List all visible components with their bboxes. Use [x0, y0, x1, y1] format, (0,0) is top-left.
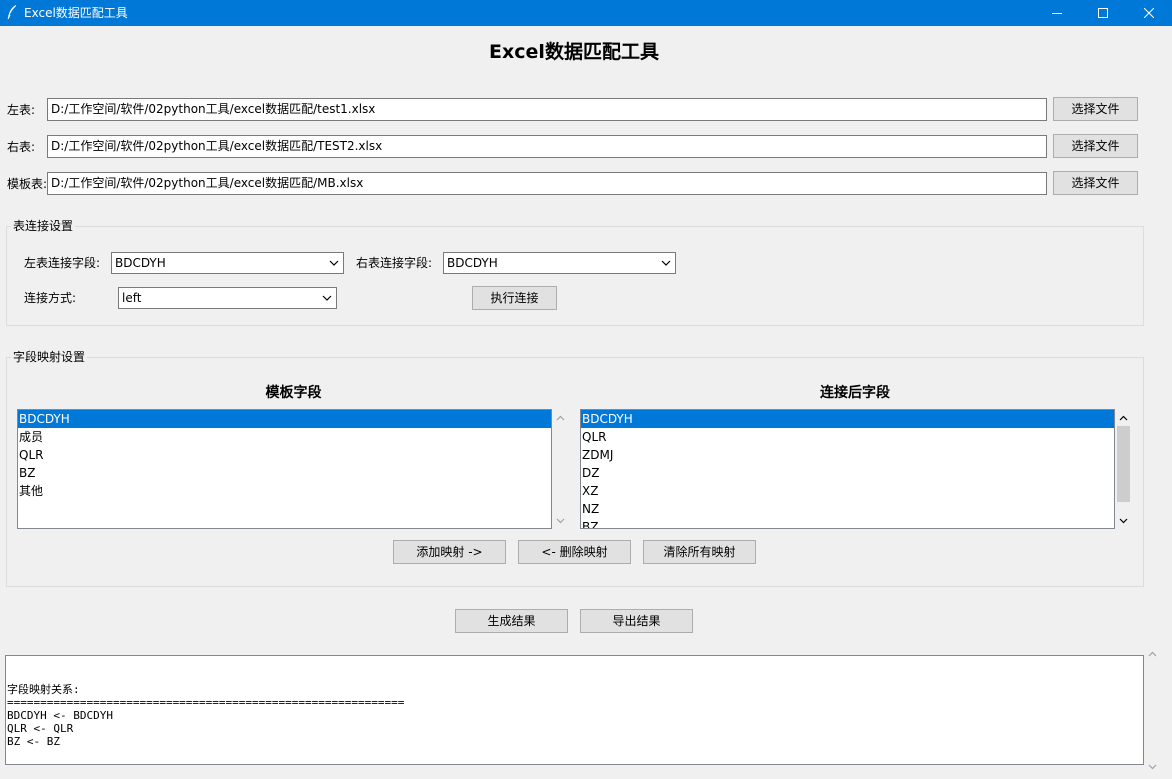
scroll-down-icon[interactable] [552, 512, 569, 529]
left-join-field-label: 左表连接字段: [24, 256, 101, 270]
list-item[interactable]: BDCDYH [581, 410, 1114, 428]
title-bar[interactable]: Excel数据匹配工具 [0, 0, 1172, 26]
template-fields-title: 模板字段 [265, 385, 322, 401]
chevron-down-icon [661, 260, 671, 266]
clear-mappings-button[interactable]: 清除所有映射 [643, 540, 756, 564]
chevron-down-icon [322, 295, 332, 301]
close-control[interactable] [1126, 0, 1172, 26]
template-file-path-input[interactable]: D:/工作空间/软件/02python工具/excel数据匹配/MB.xlsx [47, 172, 1047, 195]
right-file-path-input[interactable]: D:/工作空间/软件/02python工具/excel数据匹配/TEST2.xl… [47, 135, 1047, 158]
join-method-value: left [122, 291, 142, 305]
feather-icon [6, 4, 20, 22]
output-line: ========================================… [7, 696, 405, 709]
scrollbar-thumb[interactable] [1117, 426, 1130, 502]
scroll-up-icon[interactable] [1144, 645, 1161, 662]
template-list-scrollbar[interactable] [552, 409, 569, 529]
list-item[interactable]: QLR [581, 428, 1114, 446]
export-result-button[interactable]: 导出结果 [580, 609, 693, 633]
right-select-file-button[interactable]: 选择文件 [1053, 134, 1138, 158]
close-icon [1144, 8, 1154, 18]
right-join-field-value: BDCDYH [447, 256, 498, 270]
template-fields-list[interactable]: BDCDYH 成员 QLR BZ 其他 [17, 409, 552, 529]
list-item[interactable]: 成员 [18, 428, 551, 446]
join-settings-title: 表连接设置 [11, 219, 76, 233]
output-line: QLR <- QLR [7, 722, 74, 735]
list-item[interactable]: XZ [581, 482, 1114, 500]
scroll-down-icon[interactable] [1144, 758, 1161, 775]
output-line: BZ <- BZ [7, 735, 60, 748]
window-title: Excel数据匹配工具 [24, 6, 128, 20]
join-settings-group [6, 226, 1144, 326]
left-file-path-input[interactable]: D:/工作空间/软件/02python工具/excel数据匹配/test1.xl… [47, 98, 1047, 121]
template-file-label: 模板表: [7, 177, 48, 191]
right-join-field-select[interactable]: BDCDYH [443, 252, 676, 274]
list-item[interactable]: DZ [581, 464, 1114, 482]
add-mapping-button[interactable]: 添加映射 -> [393, 540, 506, 564]
maximize-control[interactable] [1080, 0, 1126, 26]
template-select-file-button[interactable]: 选择文件 [1053, 171, 1138, 195]
output-line: BDCDYH <- BDCDYH [7, 709, 113, 722]
left-join-field-value: BDCDYH [115, 256, 166, 270]
maximize-icon [1098, 8, 1108, 18]
minimize-icon [1052, 13, 1062, 14]
left-file-label: 左表: [7, 103, 36, 117]
generate-result-button[interactable]: 生成结果 [455, 609, 568, 633]
scroll-down-icon[interactable] [1115, 512, 1132, 529]
execute-join-button[interactable]: 执行连接 [472, 286, 557, 310]
list-item[interactable]: 其他 [18, 482, 551, 500]
join-method-label: 连接方式: [24, 291, 77, 305]
output-text-area[interactable]: 字段映射关系: =================================… [5, 655, 1144, 765]
right-file-label: 右表: [7, 140, 36, 154]
list-item[interactable]: BZ [18, 464, 551, 482]
joined-fields-title: 连接后字段 [820, 385, 890, 401]
scroll-up-icon[interactable] [552, 409, 569, 426]
minimize-control[interactable] [1034, 0, 1080, 26]
list-item[interactable]: BZ [581, 518, 1114, 528]
remove-mapping-button[interactable]: <- 删除映射 [518, 540, 631, 564]
left-select-file-button[interactable]: 选择文件 [1053, 97, 1138, 121]
list-item[interactable]: QLR [18, 446, 551, 464]
output-scrollbar[interactable] [1144, 645, 1161, 775]
joined-list-scrollbar[interactable] [1115, 409, 1132, 529]
output-line: 字段映射关系: [7, 683, 80, 696]
scroll-up-icon[interactable] [1115, 409, 1132, 426]
page-title: Excel数据匹配工具 [489, 41, 659, 63]
left-join-field-select[interactable]: BDCDYH [111, 252, 344, 274]
list-item[interactable]: ZDMJ [581, 446, 1114, 464]
right-join-field-label: 右表连接字段: [356, 256, 433, 270]
joined-fields-list[interactable]: BDCDYH QLR ZDMJ DZ XZ NZ BZ [580, 409, 1115, 529]
chevron-down-icon [329, 260, 339, 266]
list-item[interactable]: NZ [581, 500, 1114, 518]
list-item[interactable]: BDCDYH [18, 410, 551, 428]
field-mapping-title: 字段映射设置 [11, 350, 88, 364]
join-method-select[interactable]: left [118, 287, 337, 309]
